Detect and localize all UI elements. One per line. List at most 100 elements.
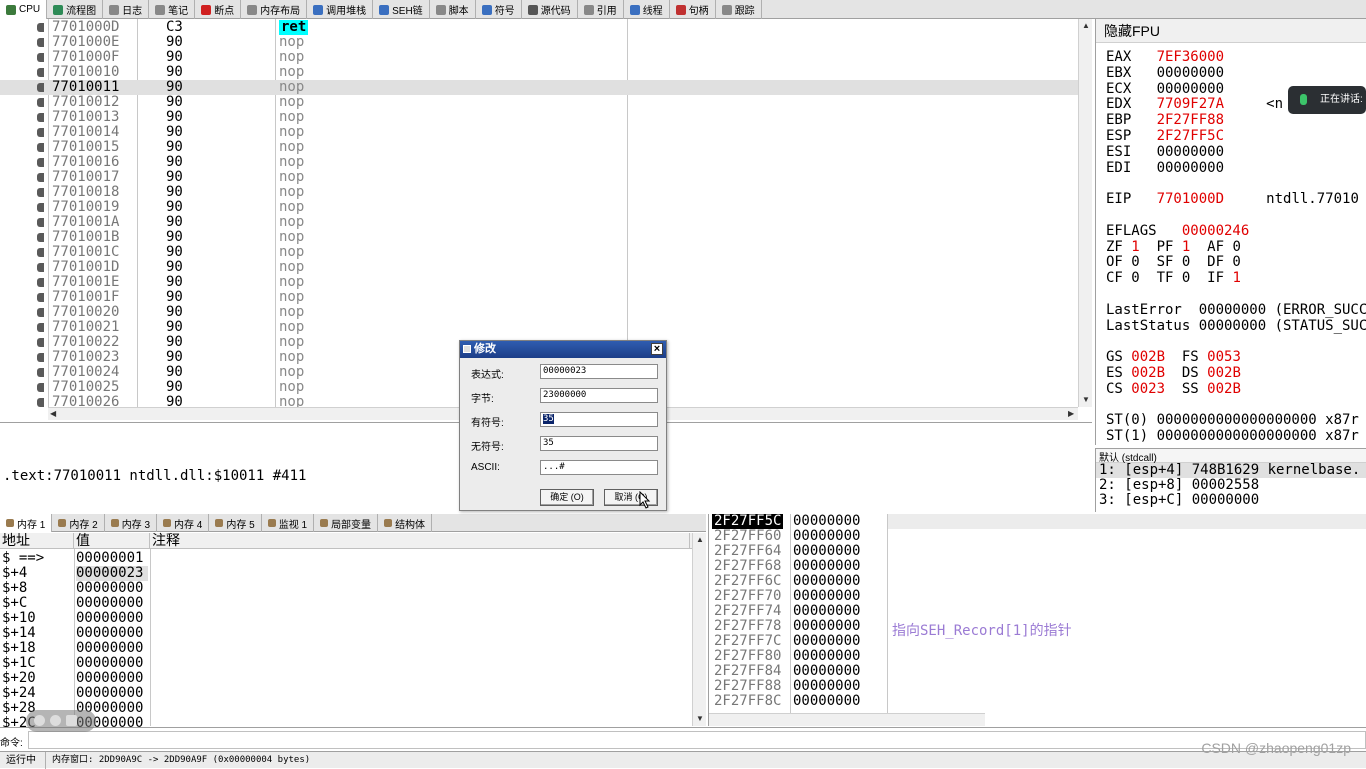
breakpoint-marker[interactable]: [37, 128, 44, 137]
breakpoint-marker[interactable]: [37, 38, 44, 47]
dump-row[interactable]: $+4 00000023: [0, 566, 690, 581]
breakpoint-marker[interactable]: [37, 203, 44, 212]
hide-fpu-toggle[interactable]: 隐藏FPU: [1096, 19, 1366, 43]
disasm-row[interactable]: 77010011 90 nop: [0, 80, 1078, 95]
command-input[interactable]: [28, 731, 1366, 749]
tab-5[interactable]: 内存布局: [241, 0, 308, 19]
ok-button[interactable]: 确定 (O): [540, 489, 594, 506]
stack-row[interactable]: 2F27FF74 00000000: [709, 604, 887, 619]
dump-row[interactable]: $+20 00000000: [0, 671, 690, 686]
breakpoint-marker[interactable]: [37, 53, 44, 62]
pause-icon[interactable]: [50, 715, 61, 726]
tab-4[interactable]: 断点: [195, 0, 242, 19]
dump-row[interactable]: $+18 00000000: [0, 641, 690, 656]
stack-row[interactable]: 2F27FF70 00000000: [709, 589, 887, 604]
disasm-row[interactable]: 77010016 90 nop: [0, 155, 1078, 170]
column-header-value[interactable]: 值: [74, 533, 150, 548]
scroll-up-icon[interactable]: ▲: [1082, 21, 1090, 30]
call-arg-row[interactable]: 2: [esp+8] 00002558: [1096, 478, 1366, 493]
stack-view[interactable]: 2F27FF5C 00000000 2F27FF60 00000000 2F27FF64…: [708, 514, 1366, 726]
stack-row[interactable]: 2F27FF60 00000000: [709, 529, 887, 544]
breakpoint-marker[interactable]: [37, 278, 44, 287]
scroll-right-icon[interactable]: ▶: [1068, 409, 1074, 418]
register-line[interactable]: CF 0 TF 0 IF 1: [1106, 270, 1241, 286]
dump-row[interactable]: $+C 00000000: [0, 596, 690, 611]
disasm-row[interactable]: 7701001D 90 nop: [0, 260, 1078, 275]
breakpoint-marker[interactable]: [37, 68, 44, 77]
disasm-row[interactable]: 7701000E 90 nop: [0, 35, 1078, 50]
dialog-field-input[interactable]: 35: [540, 436, 658, 451]
calling-convention-select[interactable]: 默认 (stdcall): [1096, 449, 1366, 464]
tab-9[interactable]: 符号: [476, 0, 522, 19]
disasm-row[interactable]: 77010019 90 nop: [0, 200, 1078, 215]
breakpoint-marker[interactable]: [37, 263, 44, 272]
column-header-address[interactable]: 地址: [0, 533, 74, 548]
column-header-comment[interactable]: 注释: [150, 533, 690, 548]
register-line[interactable]: ECX 00000000: [1106, 81, 1224, 97]
record-icon[interactable]: [34, 715, 45, 726]
disasm-row[interactable]: 7701001A 90 nop: [0, 215, 1078, 230]
tab-8[interactable]: 脚本: [430, 0, 476, 19]
stop-icon[interactable]: [66, 715, 77, 726]
memory-dump-view[interactable]: 地址 值 注释 $ ==> 00000001 $+4 00000023 $+8 00000…: [0, 533, 706, 731]
memory-tab-4[interactable]: 内存 5: [209, 514, 262, 532]
breakpoint-marker[interactable]: [37, 23, 44, 32]
disasm-row[interactable]: 7701001E 90 nop: [0, 275, 1078, 290]
disasm-row[interactable]: 77010018 90 nop: [0, 185, 1078, 200]
register-line[interactable]: ZF 1 PF 1 AF 0: [1106, 239, 1241, 255]
register-line[interactable]: ST(1) 0000000000000000000 x87r: [1106, 428, 1359, 444]
dump-row[interactable]: $+1C 00000000: [0, 656, 690, 671]
disasm-row[interactable]: 7701000F 90 nop: [0, 50, 1078, 65]
tab-2[interactable]: 日志: [103, 0, 150, 19]
register-line[interactable]: EBX 00000000: [1106, 65, 1224, 81]
register-line[interactable]: LastStatus 00000000 (STATUS_SUC: [1106, 318, 1366, 334]
breakpoint-marker[interactable]: [37, 188, 44, 197]
close-icon[interactable]: ×: [651, 343, 663, 355]
memory-tab-3[interactable]: 内存 4: [157, 514, 210, 532]
tab-6[interactable]: 调用堆栈: [307, 0, 374, 19]
breakpoint-marker[interactable]: [37, 353, 44, 362]
disasm-row[interactable]: 77010010 90 nop: [0, 65, 1078, 80]
tab-1[interactable]: 流程图: [47, 0, 104, 19]
tab-12[interactable]: 线程: [624, 0, 670, 19]
dialog-field-input[interactable]: 35: [540, 412, 658, 427]
dump-row[interactable]: $ ==> 00000001: [0, 551, 690, 566]
register-line[interactable]: ES 002B DS 002B: [1106, 365, 1241, 381]
breakpoint-marker[interactable]: [37, 113, 44, 122]
tab-3[interactable]: 笔记: [149, 0, 196, 19]
register-line[interactable]: EIP 7701000D ntdll.77010: [1106, 191, 1359, 207]
breakpoint-marker[interactable]: [37, 98, 44, 107]
dialog-field-input[interactable]: 23000000: [540, 388, 658, 403]
register-line[interactable]: GS 002B FS 0053: [1106, 349, 1241, 365]
dialog-titlebar[interactable]: 修改 ×: [460, 341, 666, 358]
dump-vertical-scrollbar[interactable]: ▲ ▼: [692, 533, 706, 726]
scroll-up-icon[interactable]: ▲: [696, 535, 704, 544]
dialog-field-input[interactable]: 00000023: [540, 364, 658, 379]
breakpoint-marker[interactable]: [37, 218, 44, 227]
disasm-row[interactable]: 7701001B 90 nop: [0, 230, 1078, 245]
breakpoint-marker[interactable]: [37, 158, 44, 167]
disasm-row[interactable]: 7701001F 90 nop: [0, 290, 1078, 305]
memory-tab-1[interactable]: 内存 2: [52, 514, 105, 532]
register-line[interactable]: ST(0) 0000000000000000000 x87r: [1106, 412, 1359, 428]
disasm-row[interactable]: 77010021 90 nop: [0, 320, 1078, 335]
dialog-field-input[interactable]: ...#: [540, 460, 658, 475]
breakpoint-marker[interactable]: [37, 308, 44, 317]
dump-row[interactable]: $+24 00000000: [0, 686, 690, 701]
register-line[interactable]: CS 0023 SS 002B: [1106, 381, 1241, 397]
dump-row[interactable]: $+14 00000000: [0, 626, 690, 641]
breakpoint-marker[interactable]: [37, 173, 44, 182]
disasm-row[interactable]: 77010020 90 nop: [0, 305, 1078, 320]
recorder-controls[interactable]: [26, 710, 96, 732]
breakpoint-marker[interactable]: [37, 233, 44, 242]
stack-row[interactable]: 2F27FF64 00000000: [709, 544, 887, 559]
stack-row[interactable]: 2F27FF80 00000000: [709, 649, 887, 664]
dump-row[interactable]: $+10 00000000: [0, 611, 690, 626]
breakpoint-marker[interactable]: [37, 368, 44, 377]
stack-row[interactable]: 2F27FF8C 00000000: [709, 694, 887, 709]
register-line[interactable]: EDX 7709F27A <n: [1106, 96, 1283, 112]
stack-row[interactable]: 2F27FF78 00000000: [709, 619, 887, 634]
disasm-row[interactable]: 77010015 90 nop: [0, 140, 1078, 155]
tab-14[interactable]: 跟踪: [716, 0, 762, 19]
call-arg-row[interactable]: 1: [esp+4] 748B1629 kernelbase.: [1096, 463, 1366, 478]
